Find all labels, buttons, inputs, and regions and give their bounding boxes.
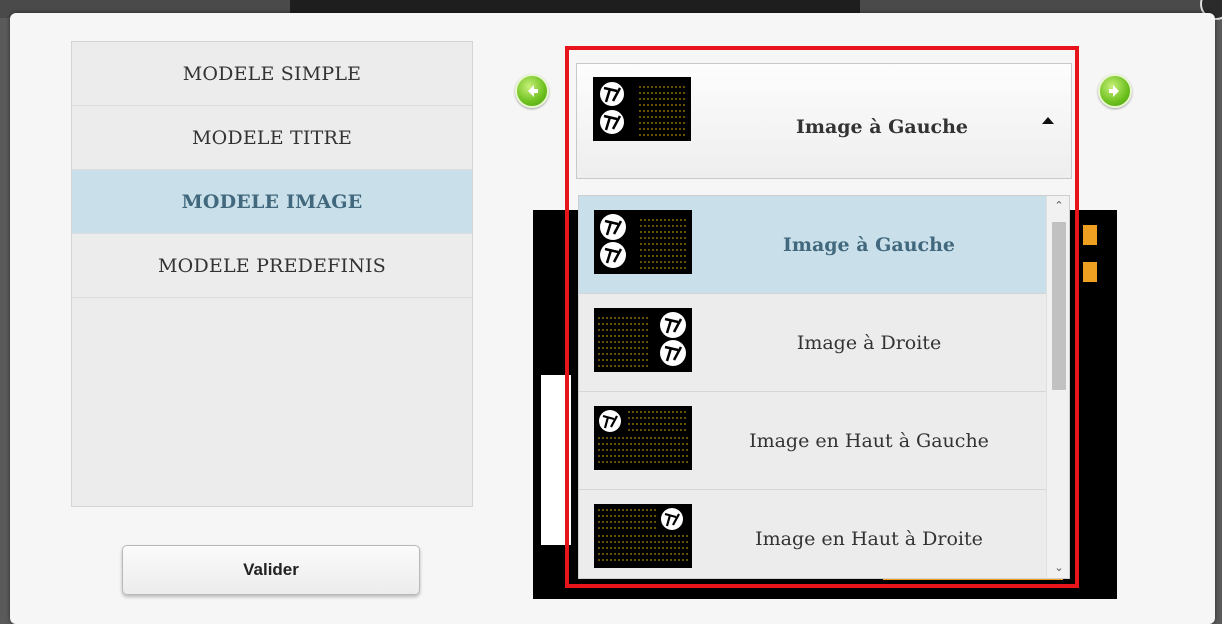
image-left-thumbnail-icon [594,210,692,274]
menu-item-image[interactable]: MODELE IMAGE [72,170,472,234]
scroll-down-icon[interactable]: ⌄ [1047,558,1069,578]
caret-up-icon [1042,117,1054,124]
select-current-value: Image à Gauche [795,116,969,138]
layout-select[interactable]: Image à Gauche [576,63,1072,179]
menu-item-titre[interactable]: MODELE TITRE [72,106,472,170]
template-type-menu: MODELE SIMPLE MODELE TITRE MODELE IMAGE … [71,41,473,507]
menu-item-simple[interactable]: MODELE SIMPLE [72,42,472,106]
menu-item-predefinis[interactable]: MODELE PREDEFINIS [72,234,472,298]
next-arrow-icon[interactable] [1098,74,1132,108]
validate-button[interactable]: Valider [122,545,420,595]
option-label: Image en Haut à Gauche [749,430,989,452]
image-left-thumbnail-icon [593,77,691,141]
image-top-left-thumbnail-icon [594,406,692,470]
option-label: Image en Haut à Droite [755,528,983,550]
option-image-droite[interactable]: Image à Droite [579,294,1046,392]
option-image-gauche[interactable]: Image à Gauche [579,196,1046,294]
scroll-thumb[interactable] [1052,222,1066,390]
image-top-right-thumbnail-icon [594,504,692,568]
image-right-thumbnail-icon [594,308,692,372]
previous-arrow-icon[interactable] [515,74,549,108]
option-label: Image à Gauche [782,234,956,256]
option-image-haut-droite[interactable]: Image en Haut à Droite [579,490,1046,578]
dropdown-scrollbar[interactable]: ⌃ ⌄ [1046,196,1069,578]
template-dialog: MODELE SIMPLE MODELE TITRE MODELE IMAGE … [10,13,1215,624]
option-image-haut-gauche[interactable]: Image en Haut à Gauche [579,392,1046,490]
layout-dropdown-list: Image à Gauche Image à Droite Image en H… [578,195,1070,579]
background-strip [290,0,860,14]
scroll-up-icon[interactable]: ⌃ [1047,196,1069,216]
option-label: Image à Droite [796,332,942,354]
